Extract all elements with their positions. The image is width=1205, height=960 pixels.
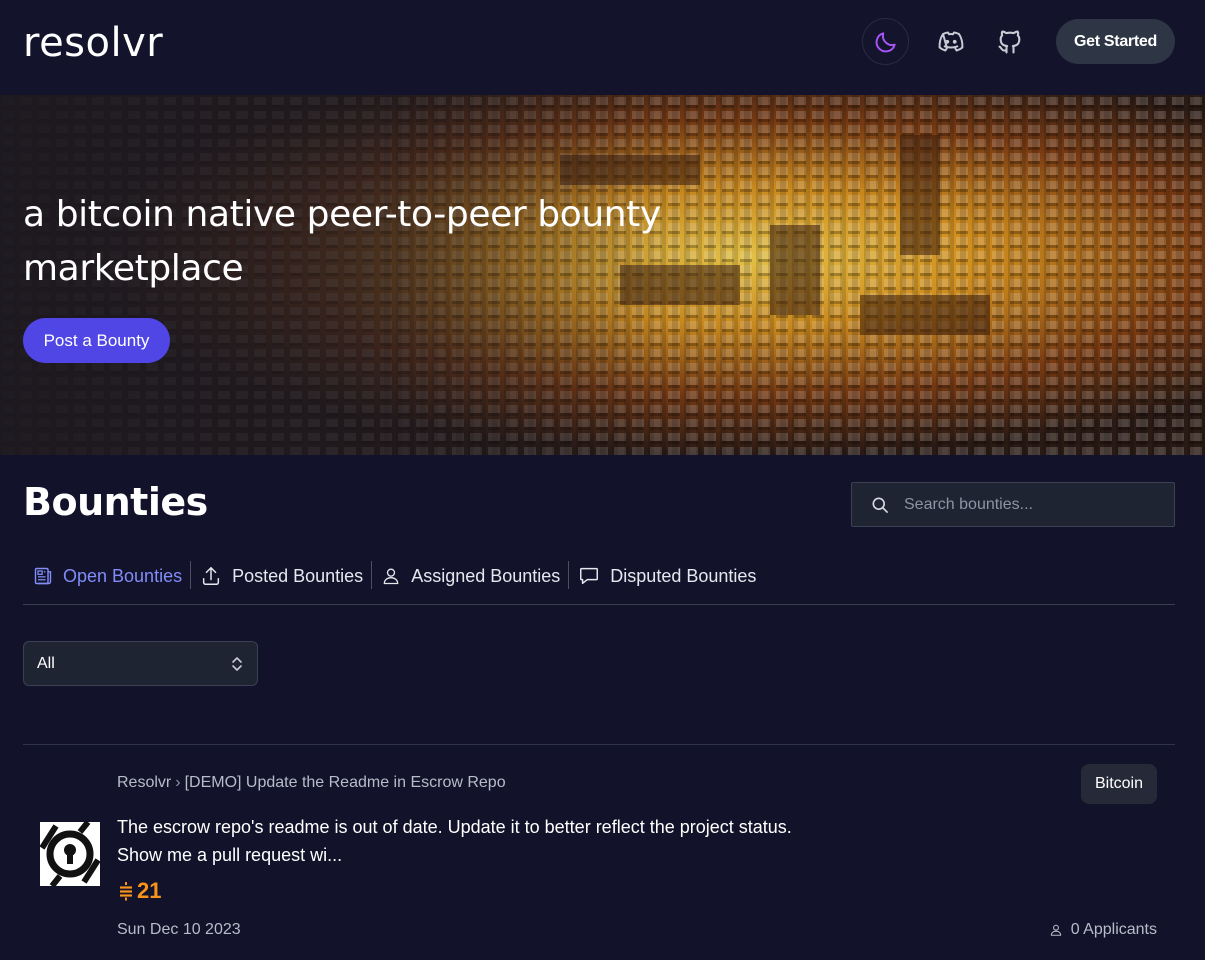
breadcrumb-project[interactable]: Resolvr [117, 774, 171, 791]
tab-separator [190, 561, 192, 589]
tab-open-bounties[interactable]: Open Bounties [23, 561, 190, 591]
discord-button[interactable] [927, 18, 974, 65]
tab-disputed-bounties[interactable]: Disputed Bounties [578, 561, 764, 591]
resolvr-avatar-icon [39, 820, 101, 888]
tab-label: Posted Bounties [232, 565, 364, 586]
tab-label: Open Bounties [63, 565, 183, 586]
bounty-amount: 21 [119, 878, 161, 904]
user-icon [1050, 924, 1061, 936]
sats-icon [120, 882, 132, 901]
moon-icon [875, 31, 896, 52]
hero-title-container: a bitcoin native peer-to-peer bounty mar… [23, 188, 743, 296]
applicants-count: 0 Applicants [1049, 921, 1157, 939]
bounty-card[interactable]: Resolvr › [DEMO] Update the Readme in Escr… [23, 745, 1175, 960]
upload-icon [203, 567, 220, 585]
theme-toggle-button[interactable] [862, 18, 909, 65]
get-started-button[interactable]: Get Started [1056, 19, 1175, 64]
discord-icon [938, 31, 963, 51]
resolvr-logo[interactable]: resolvr [23, 20, 163, 66]
hero-title: a bitcoin native peer-to-peer bounty mar… [23, 194, 661, 289]
breadcrumb-title[interactable]: [DEMO] Update the Readme in Escrow Repo [185, 774, 506, 791]
bounty-tag[interactable]: Bitcoin [1081, 764, 1157, 804]
bounty-date: Sun Dec 10 2023 [117, 921, 241, 938]
chevron-updown-icon [232, 656, 242, 671]
search-icon [872, 497, 888, 513]
bounties-heading: Bounties [23, 480, 208, 524]
avatar [39, 820, 101, 888]
top-navigation-bar: resolvr Get Started [0, 0, 1205, 95]
hero-banner: a bitcoin native peer-to-peer bounty mar… [0, 95, 1205, 455]
applicants-label: 0 Applicants [1070, 921, 1157, 938]
breadcrumb[interactable]: Resolvr › [DEMO] Update the Readme in Escr… [117, 774, 506, 792]
bounty-description: The escrow repo's readme is out of date.… [117, 817, 792, 865]
tab-assigned-bounties[interactable]: Assigned Bounties [381, 561, 568, 591]
breadcrumb-chevron-icon: › [175, 774, 181, 791]
post-a-bounty-button[interactable]: Post a Bounty [23, 318, 170, 363]
search-bounties-field[interactable] [851, 482, 1175, 527]
user-icon [383, 568, 399, 585]
bounty-tabs: Open Bounties Posted Bounties Assigned B… [23, 561, 1175, 605]
amount-value: 21 [137, 878, 162, 903]
github-icon [997, 30, 1020, 54]
chat-icon [580, 567, 599, 585]
tab-label: Disputed Bounties [610, 565, 757, 586]
filter-selected-value: All [37, 654, 55, 672]
tab-label: Assigned Bounties [411, 565, 561, 586]
tab-posted-bounties[interactable]: Posted Bounties [200, 561, 371, 591]
github-button[interactable] [986, 18, 1033, 65]
tab-separator [568, 561, 570, 589]
tab-separator [371, 561, 373, 589]
nav-icons [862, 18, 1033, 65]
search-input[interactable] [904, 495, 1164, 514]
bounty-filter-select[interactable]: All [23, 641, 258, 686]
document-icon [34, 567, 52, 585]
